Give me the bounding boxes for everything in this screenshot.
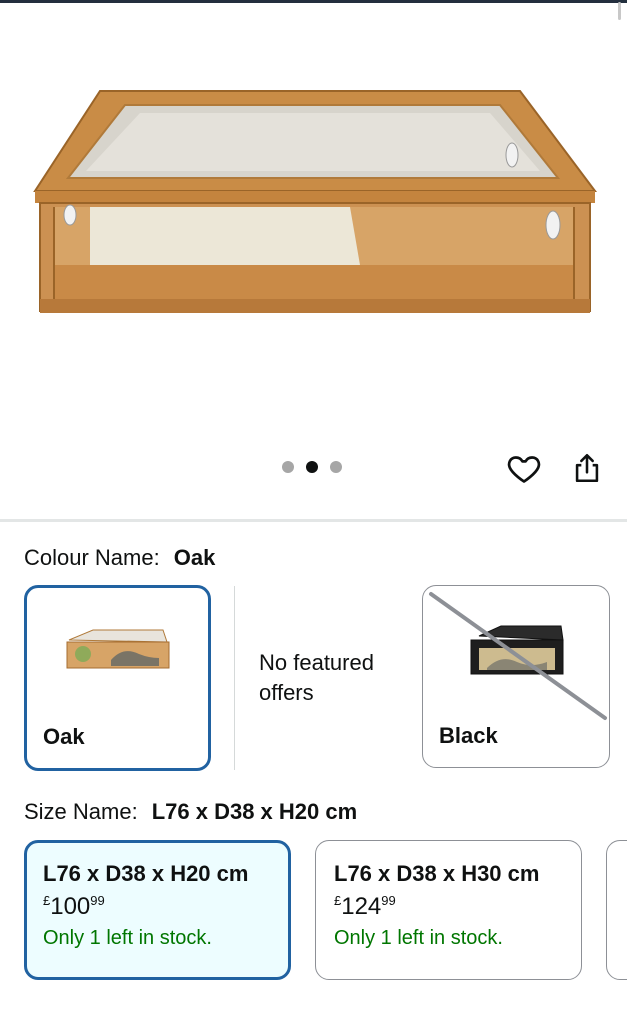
product-image[interactable] (30, 83, 600, 333)
colour-swatch-black[interactable]: Black (422, 585, 610, 768)
size-option-title: L76 x D38 x H20 cm (43, 861, 249, 886)
size-name-row: Size Name: L76 x D38 x H20 cm (24, 799, 357, 825)
size-option-price: £10099 (43, 893, 288, 921)
carousel-dots[interactable] (282, 461, 342, 473)
carousel-dot-active[interactable] (306, 461, 318, 473)
size-option-stock: Only 1 left in stock. (334, 927, 503, 949)
size-option-title: L76 x D38 x H30 cm (334, 861, 540, 886)
colour-swatch-oak[interactable]: Oak (24, 585, 211, 771)
colour-name-label: Colour Name: (24, 545, 160, 570)
oak-thumbnail (66, 629, 170, 669)
carousel-dot[interactable] (282, 461, 294, 473)
price-fraction: 99 (90, 893, 105, 908)
size-option-h30[interactable]: L76 x D38 x H30 cm £12499 Only 1 left in… (315, 840, 582, 980)
colour-name-row: Colour Name: Oak (24, 545, 215, 571)
size-option-stock: Only 1 left in stock. (43, 927, 212, 949)
heart-icon[interactable] (506, 450, 542, 486)
price-fraction: 99 (381, 893, 396, 908)
carousel-dot[interactable] (330, 461, 342, 473)
price-whole: 100 (50, 893, 91, 920)
product-image-gallery[interactable] (0, 3, 627, 520)
size-option-partial[interactable] (606, 840, 627, 980)
swatch-label-black: Black (439, 723, 498, 748)
size-option-h20[interactable]: L76 x D38 x H20 cm £10099 Only 1 left in… (24, 840, 291, 980)
section-divider (0, 519, 627, 522)
size-name-value: L76 x D38 x H20 cm (151, 799, 358, 824)
price-whole: 124 (341, 893, 382, 920)
share-icon[interactable] (570, 450, 604, 486)
colour-name-value: Oak (173, 545, 216, 570)
no-featured-offers-text: No featured offers (259, 650, 374, 705)
swatch-label-oak: Oak (43, 724, 85, 749)
size-option-price: £12499 (334, 893, 581, 921)
size-name-label: Size Name: (24, 799, 138, 824)
swatch-separator (234, 586, 235, 770)
